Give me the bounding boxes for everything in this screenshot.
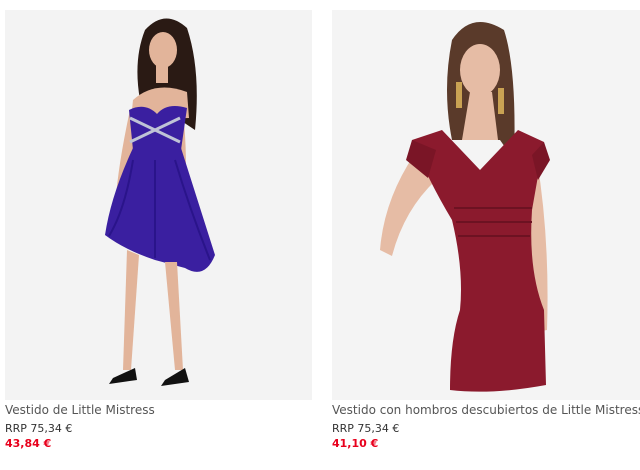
product-grid: Vestido de Little Mistress RRP 75,34 € 4… xyxy=(0,0,640,470)
product-image[interactable] xyxy=(5,10,312,400)
product-name-link[interactable]: Vestido con hombros descubiertos de Litt… xyxy=(332,403,640,417)
model-burgundy-dress-illustration xyxy=(332,10,640,400)
model-blue-dress-illustration xyxy=(5,10,312,400)
product-sale-price: 41,10 € xyxy=(332,437,379,450)
product-info: Vestido con hombros descubiertos de Litt… xyxy=(332,403,640,450)
product-image[interactable] xyxy=(332,10,640,400)
product-rrp-price: RRP 75,34 € xyxy=(5,422,73,435)
product-sale-price: 43,84 € xyxy=(5,437,52,450)
product-name-link[interactable]: Vestido de Little Mistress xyxy=(5,403,312,417)
product-rrp-price: RRP 75,34 € xyxy=(332,422,400,435)
product-info: Vestido de Little Mistress RRP 75,34 € 4… xyxy=(5,403,312,450)
